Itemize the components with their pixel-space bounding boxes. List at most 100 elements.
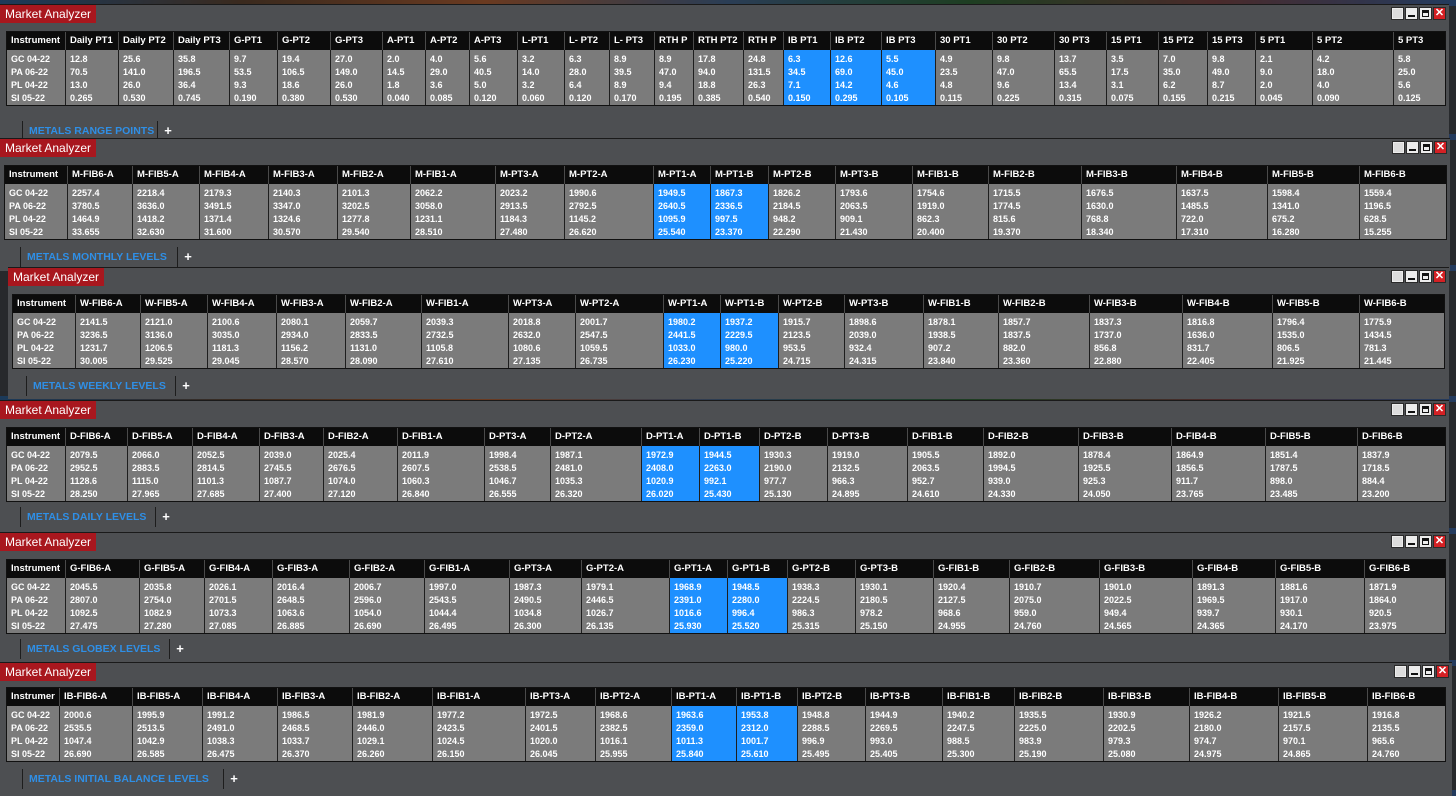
column-header[interactable]: D-PT3-B: [827, 428, 907, 446]
data-cell[interactable]: 1073.3: [209, 607, 237, 620]
data-cell[interactable]: 675.2: [1272, 213, 1295, 226]
column-header[interactable]: 30 PT1: [935, 32, 992, 50]
data-cell[interactable]: 1930.9: [1108, 709, 1136, 722]
column-header[interactable]: Daily PT3: [173, 32, 229, 50]
data-cell[interactable]: 1986.5: [282, 709, 310, 722]
data-cell[interactable]: 2039.0: [264, 449, 292, 462]
column-header[interactable]: G-PT3-B: [855, 560, 933, 578]
data-cell[interactable]: 17.5: [1111, 66, 1129, 79]
instrument-name[interactable]: PA 06-22: [9, 200, 46, 213]
data-cell[interactable]: 0.385: [698, 92, 721, 105]
data-cell[interactable]: 131.5: [748, 66, 771, 79]
data-cell[interactable]: 2446.0: [357, 722, 385, 735]
data-cell[interactable]: 26.690: [64, 748, 92, 761]
data-cell[interactable]: 2952.5: [70, 462, 98, 475]
data-cell[interactable]: 1024.5: [437, 735, 465, 748]
column-header[interactable]: IB-FIB2-A: [352, 688, 432, 706]
column-header[interactable]: G-FIB2-A: [349, 560, 424, 578]
data-cell[interactable]: 1020.9: [646, 475, 674, 488]
restore-icon[interactable]: [1394, 665, 1407, 678]
column-header[interactable]: IB-PT1-B: [736, 688, 797, 706]
column-header[interactable]: D-FIB1-B: [907, 428, 983, 446]
data-cell[interactable]: 2280.0: [732, 594, 760, 607]
column-header[interactable]: RTH PT2: [693, 32, 743, 50]
column-header[interactable]: M-FIB2-A: [337, 166, 410, 184]
instrument-name[interactable]: SI 05-22: [11, 488, 45, 501]
data-cell[interactable]: 1020.0: [530, 735, 558, 748]
data-cell[interactable]: 939.7: [1197, 607, 1220, 620]
data-cell[interactable]: 26.885: [277, 620, 305, 633]
data-cell[interactable]: 0.170: [614, 92, 637, 105]
data-cell[interactable]: 3491.5: [204, 200, 232, 213]
data-cell[interactable]: 1033.7: [282, 735, 310, 748]
data-cell[interactable]: 1016.6: [674, 607, 702, 620]
column-header-instrument[interactable]: Instrument: [13, 295, 71, 313]
data-cell[interactable]: 920.5: [1369, 607, 1392, 620]
data-cell[interactable]: 2026.1: [209, 581, 237, 594]
data-cell[interactable]: 2288.5: [802, 722, 830, 735]
data-cell[interactable]: 4.6: [886, 79, 899, 92]
data-cell[interactable]: 29.525: [145, 355, 173, 368]
data-cell[interactable]: 1864.0: [1369, 594, 1397, 607]
data-cell[interactable]: 996.9: [802, 735, 825, 748]
data-cell[interactable]: 0.530: [123, 92, 146, 105]
data-cell[interactable]: 0.380: [282, 92, 305, 105]
instrument-name[interactable]: PA 06-22: [11, 722, 48, 735]
data-cell[interactable]: 27.085: [209, 620, 237, 633]
data-cell[interactable]: 27.400: [264, 488, 292, 501]
data-cell[interactable]: 1464.9: [72, 213, 100, 226]
data-cell[interactable]: 4.0: [430, 53, 443, 66]
minimize-icon[interactable]: [1405, 270, 1418, 283]
data-cell[interactable]: 2446.5: [586, 594, 614, 607]
column-header[interactable]: W-PT1-B: [720, 295, 778, 313]
column-header[interactable]: D-PT1-B: [699, 428, 759, 446]
data-cell[interactable]: 23.765: [1176, 488, 1204, 501]
column-header[interactable]: L-PT1: [517, 32, 564, 50]
column-header[interactable]: M-PT3-B: [835, 166, 912, 184]
data-cell[interactable]: 1054.0: [354, 607, 382, 620]
title-bar[interactable]: Market Analyzer ✕: [0, 533, 1449, 551]
title-bar[interactable]: Market Analyzer ✕: [0, 5, 1449, 23]
data-cell[interactable]: 952.7: [912, 475, 935, 488]
title-bar[interactable]: Market Analyzer ✕: [0, 663, 1452, 681]
data-cell[interactable]: 1910.7: [1014, 581, 1042, 594]
data-cell[interactable]: 9.6: [997, 79, 1010, 92]
data-cell[interactable]: 19.4: [282, 53, 300, 66]
data-cell[interactable]: 1016.1: [600, 735, 628, 748]
data-cell[interactable]: 2676.5: [328, 462, 356, 475]
data-cell[interactable]: 26.0: [123, 79, 141, 92]
data-cell[interactable]: 2063.5: [912, 462, 940, 475]
data-cell[interactable]: 2607.5: [402, 462, 430, 475]
column-header[interactable]: M-PT2-B: [768, 166, 835, 184]
data-cell[interactable]: 26.320: [555, 488, 583, 501]
data-cell[interactable]: 2538.5: [489, 462, 517, 475]
data-cell[interactable]: 1046.7: [489, 475, 517, 488]
data-cell[interactable]: 21.445: [1364, 355, 1392, 368]
column-header[interactable]: IB-FIB5-A: [132, 688, 202, 706]
maximize-icon[interactable]: [1419, 270, 1432, 283]
data-cell[interactable]: 24.975: [1194, 748, 1222, 761]
data-cell[interactable]: 0.060: [522, 92, 545, 105]
instrument-name[interactable]: PL 04-22: [17, 342, 54, 355]
data-cell[interactable]: 9.8: [1212, 53, 1225, 66]
data-cell[interactable]: 2423.5: [437, 722, 465, 735]
data-cell[interactable]: 1857.7: [1003, 316, 1031, 329]
data-cell[interactable]: 17.310: [1181, 226, 1209, 239]
instrument-name[interactable]: SI 05-22: [17, 355, 51, 368]
column-header[interactable]: W-PT3-B: [844, 295, 923, 313]
data-cell[interactable]: 2701.5: [209, 594, 237, 607]
data-cell[interactable]: 1341.0: [1272, 200, 1300, 213]
data-cell[interactable]: 0.295: [835, 92, 858, 105]
data-cell[interactable]: 2066.0: [132, 449, 160, 462]
data-cell[interactable]: 1038.3: [207, 735, 235, 748]
title-bar[interactable]: Market Analyzer ✕: [0, 401, 1449, 419]
column-header[interactable]: W-FIB1-B: [923, 295, 998, 313]
data-cell[interactable]: 35.0: [1163, 66, 1181, 79]
data-cell[interactable]: 65.5: [1059, 66, 1077, 79]
data-cell[interactable]: 2247.5: [947, 722, 975, 735]
column-header-instrument[interactable]: Instrument: [7, 560, 63, 578]
data-cell[interactable]: 768.8: [1086, 213, 1109, 226]
data-cell[interactable]: 0.745: [178, 92, 201, 105]
data-cell[interactable]: 970.1: [1283, 735, 1306, 748]
column-header[interactable]: G-PT1: [229, 32, 277, 50]
